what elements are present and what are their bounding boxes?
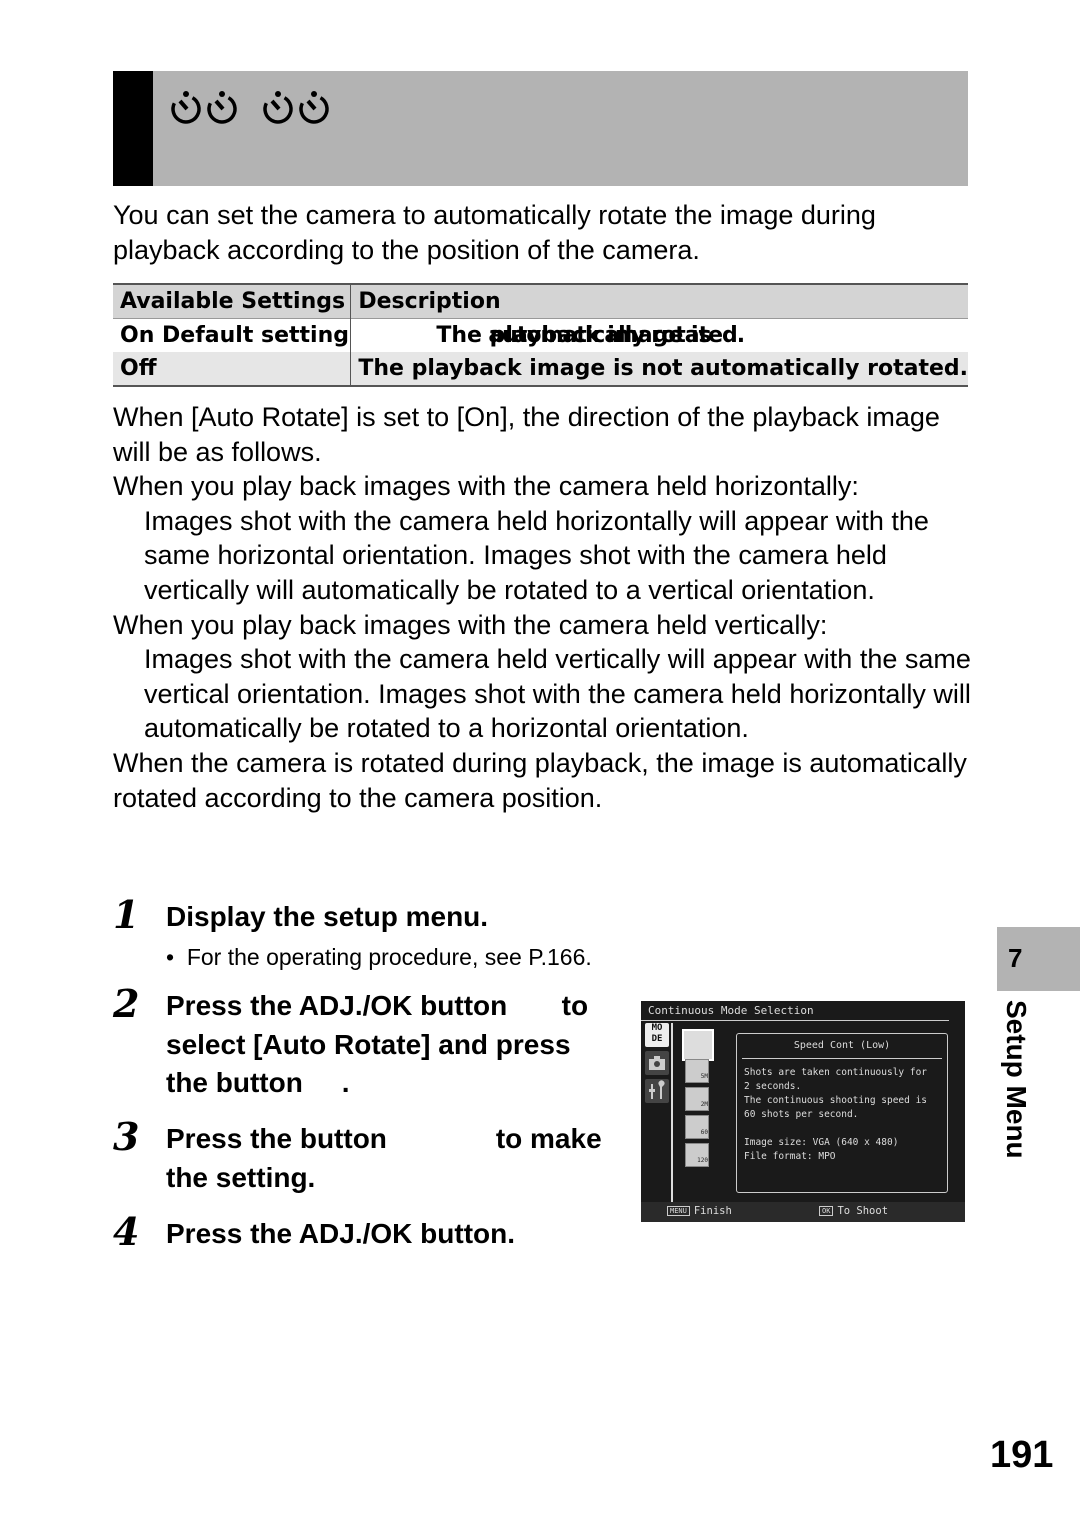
step-number: 2 [113,981,140,1026]
self-timer-icon [171,91,201,124]
footer-finish: MENU Finish [667,1205,732,1217]
chapter-label: Setup Menu [1001,1000,1032,1159]
setup-tab-icon [645,1079,669,1103]
section-title-banner [113,71,968,186]
body-paragraph: When the camera is rotated during playba… [113,747,967,813]
page-number: 191 [990,1434,1054,1476]
description-on: The playback image is automatically rota… [350,318,968,352]
setting-on: On Default setting [113,318,352,352]
body-paragraph-indented: Images shot with the camera held vertica… [144,644,971,744]
step-text: Press the button to make the setting. [166,1123,610,1193]
body-paragraph: When you play back images with the camer… [113,471,859,502]
setting-off: Off [113,352,352,387]
body-paragraph: When you play back images with the camer… [113,609,828,640]
description-off: The playback image is not automatically … [350,352,968,387]
self-timer-icon [263,91,293,124]
body-paragraph: When [Auto Rotate] is set to [On], the d… [113,402,940,467]
description-on-text-b: automatically rotated. [488,323,745,348]
screen-divider [671,1023,673,1203]
step-text: Press the ADJ./OK button. [166,1218,516,1249]
self-timer-icon [207,91,237,124]
note-text: For the operating procedure, see P.166. [186,944,592,970]
step-number: 4 [113,1209,140,1254]
step-number: 3 [113,1114,140,1159]
header-available-settings: Available Settings [113,283,352,319]
camera-screen-image: Continuous Mode Selection MO DE 5M 2M 60… [641,1001,965,1222]
mode-option-60: 60 [685,1115,709,1139]
mode-tab-icon: MO DE [645,1023,669,1047]
screen-title: Continuous Mode Selection [648,1004,814,1017]
screen-footer: MENU Finish OK To Shoot [641,1202,965,1222]
title-icons [168,89,332,125]
footer-finish-label: Finish [693,1205,732,1217]
camera-tab-icon [645,1051,669,1075]
chapter-number: 7 [1008,943,1023,973]
menu-key-icon: MENU [667,1206,690,1216]
self-timer-icon [299,91,329,124]
settings-table: Available Settings Description On Defaul… [113,283,968,387]
mode-option-120: 120 [685,1143,709,1167]
mode-description-title: Speed Cont (Low) [793,1040,891,1051]
mode-option-5m: 5M [685,1059,709,1083]
chapter-tab: 7 [997,927,1080,991]
description-divider [742,1058,942,1059]
body-paragraph-indented: Images shot with the camera held horizon… [144,505,929,605]
intro-paragraph: You can set the camera to automatically … [113,200,876,265]
screen-title-divider [641,1020,949,1021]
step-number: 1 [113,892,140,937]
banner-accent-bar [113,71,153,186]
footer-to-shoot: OK To Shoot [819,1205,888,1217]
footer-to-shoot-label: To Shoot [837,1205,889,1217]
mode-option-2m: 2M [685,1087,709,1111]
header-description: Description [350,283,968,319]
body-text: When [Auto Rotate] is set to [On], the d… [113,400,973,815]
table-row: Off The playback image is not automatica… [113,352,968,387]
step-1-note: • For the operating procedure, see P.166… [166,944,592,970]
mode-option-cont [682,1029,714,1061]
ok-key-icon: OK [819,1206,834,1216]
mode-description-body: Shots are taken continuously for 2 secon… [744,1067,928,1162]
step-text: Press the ADJ./OK button to select [Auto… [166,990,596,1098]
mode-description-box: Speed Cont (Low) Shots are taken continu… [736,1033,948,1193]
table-header-row: Available Settings Description [113,283,968,319]
table-row: On Default setting The playback image is… [113,318,968,352]
step-text: Display the setup menu. [166,901,489,932]
